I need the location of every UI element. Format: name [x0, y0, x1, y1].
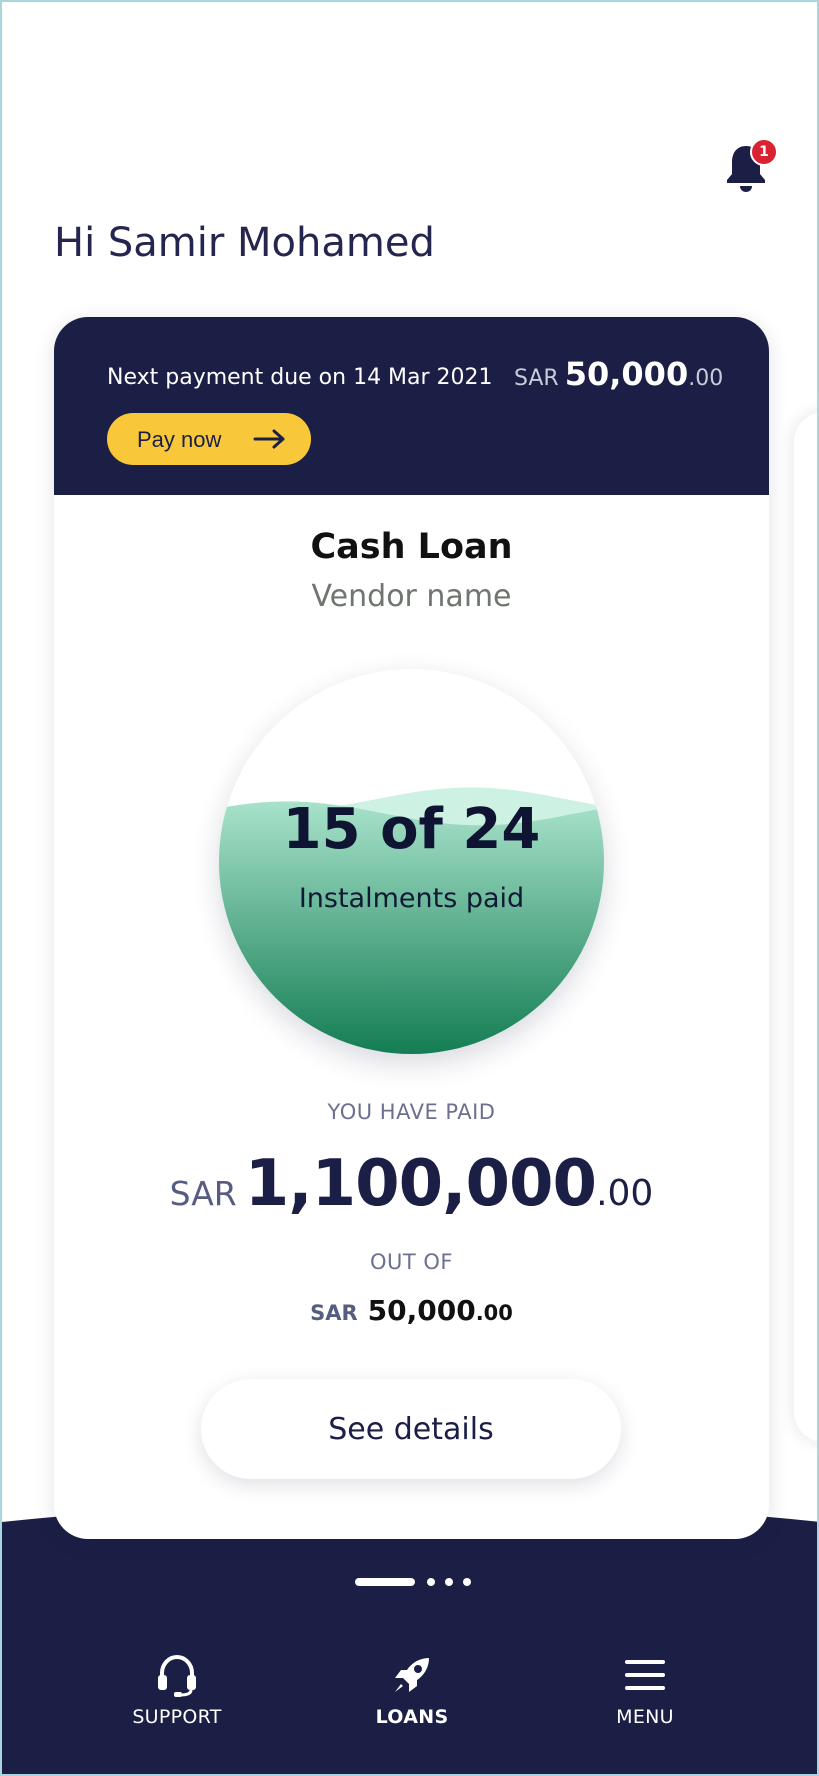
card-pager — [355, 1577, 471, 1587]
hamburger-menu-icon — [625, 1660, 665, 1690]
amount-decimals: .00 — [475, 1301, 513, 1325]
arrow-right-icon — [253, 429, 285, 449]
payment-due-banner: Next payment due on 14 Mar 2021 SAR 50,00… — [54, 317, 769, 495]
instalments-label: Instalments paid — [298, 883, 525, 914]
nav-support[interactable]: SUPPORT — [97, 1652, 257, 1752]
next-loan-card-peek[interactable] — [794, 412, 817, 1442]
amount-whole: 1,100,000 — [244, 1147, 597, 1221]
nav-loans[interactable]: LOANS — [332, 1652, 492, 1752]
app-screen: 1 Hi Samir Mohamed Next payment due on 1… — [0, 0, 819, 1776]
loan-title: Cash Loan — [310, 527, 513, 567]
currency-label: SAR — [169, 1174, 237, 1213]
pay-now-label: Pay now — [137, 427, 222, 452]
vendor-name: Vendor name — [311, 579, 512, 614]
pager-dot[interactable] — [445, 1578, 453, 1586]
rocket-icon — [395, 1658, 429, 1692]
next-payment-due-text: Next payment due on 14 Mar 2021 — [107, 365, 493, 390]
notification-badge: 1 — [750, 138, 778, 166]
amount-whole: 50,000 — [367, 1294, 476, 1327]
pager-active-indicator — [355, 1578, 415, 1586]
notifications-button[interactable]: 1 — [724, 138, 778, 194]
instalments-progress: 15 of 24 Instalments paid — [219, 669, 604, 1054]
amount-whole: 50,000 — [564, 355, 689, 393]
next-payment-amount: SAR 50,000.00 — [514, 355, 723, 393]
total-loan-amount: SAR 50,000.00 — [54, 1294, 769, 1327]
nav-support-label: SUPPORT — [132, 1706, 222, 1728]
pay-now-button[interactable]: Pay now — [107, 413, 311, 465]
amount-decimals: .00 — [688, 366, 724, 391]
pager-dot[interactable] — [427, 1578, 435, 1586]
headset-icon — [158, 1654, 196, 1697]
paid-amount: SAR 1,100,000.00 — [54, 1147, 769, 1221]
currency-label: SAR — [514, 366, 559, 391]
amount-decimals: .00 — [596, 1173, 654, 1214]
out-of-label: OUT OF — [369, 1250, 453, 1274]
instalments-count: 15 of 24 — [282, 797, 541, 862]
pager-dot[interactable] — [463, 1578, 471, 1586]
see-details-button[interactable]: See details — [201, 1379, 621, 1479]
nav-loans-label: LOANS — [375, 1706, 449, 1728]
loan-card[interactable]: Next payment due on 14 Mar 2021 SAR 50,00… — [54, 317, 769, 1539]
paid-label: YOU HAVE PAID — [327, 1100, 496, 1124]
currency-label: SAR — [310, 1301, 358, 1325]
nav-menu-label: MENU — [616, 1706, 674, 1728]
nav-menu[interactable]: MENU — [565, 1652, 725, 1752]
greeting: Hi Samir Mohamed — [54, 220, 435, 266]
